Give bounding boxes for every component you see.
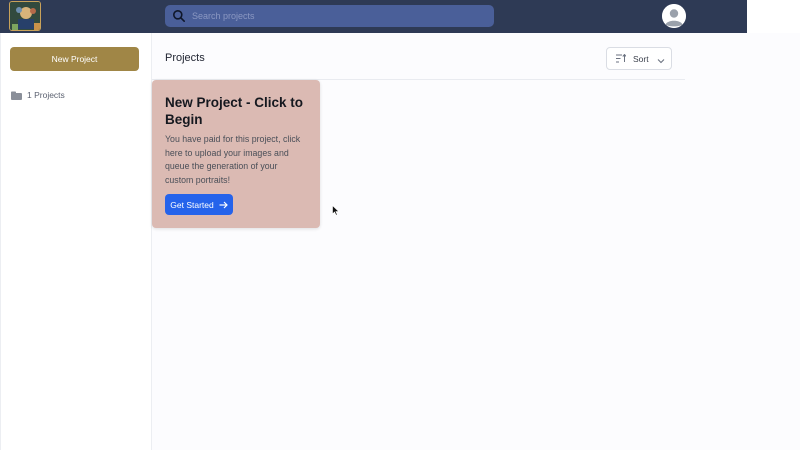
search-bar[interactable]: [165, 5, 494, 27]
arrow-right-icon: [219, 201, 228, 209]
search-icon: [172, 9, 186, 23]
page-header: Projects Sort: [152, 33, 685, 80]
projects-count[interactable]: 1 Projects: [11, 90, 65, 100]
app-logo[interactable]: [9, 1, 41, 31]
get-started-label: Get Started: [170, 199, 214, 210]
main-content: Projects Sort New Project - Click to Beg…: [152, 33, 800, 450]
sort-button[interactable]: Sort: [606, 47, 672, 70]
app-window: New Project 1 Projects Projects Sort New…: [0, 0, 800, 450]
search-input[interactable]: [192, 11, 482, 21]
avatar-icon: [662, 4, 686, 28]
top-bar: [0, 0, 747, 33]
sidebar: New Project 1 Projects: [0, 33, 152, 450]
projects-count-label: 1 Projects: [27, 90, 65, 100]
new-project-button[interactable]: New Project: [10, 47, 139, 71]
folder-icon: [11, 91, 22, 100]
card-description: You have paid for this project, click he…: [165, 134, 301, 185]
new-project-card[interactable]: New Project - Click to Begin You have pa…: [152, 80, 320, 228]
chevron-down-icon: [657, 56, 665, 63]
page-title: Projects: [165, 52, 205, 64]
sort-label: Sort: [633, 53, 649, 64]
sort-icon: [616, 53, 627, 63]
user-avatar[interactable]: [662, 4, 686, 28]
get-started-button[interactable]: Get Started: [165, 194, 233, 215]
card-title: New Project - Click to Begin: [165, 95, 304, 127]
mouse-cursor-icon: [332, 205, 340, 216]
